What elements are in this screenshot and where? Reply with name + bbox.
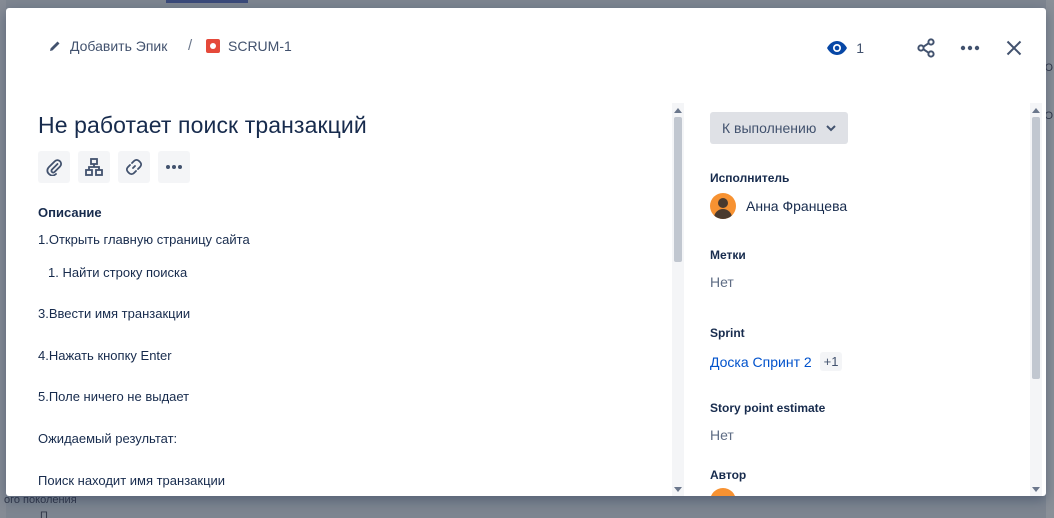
pencil-icon xyxy=(50,41,60,51)
labels-label: Метки xyxy=(710,248,746,262)
sprint-link[interactable]: Доска Спринт 2 xyxy=(710,354,812,370)
avatar xyxy=(710,488,736,496)
scrollbar-thumb[interactable] xyxy=(1032,117,1040,379)
triangle-up-icon xyxy=(674,107,682,113)
more-icon xyxy=(960,45,980,51)
share-button[interactable] xyxy=(914,36,938,60)
scrollbar-thumb[interactable] xyxy=(674,117,682,262)
description-label: Описание xyxy=(38,205,102,220)
sprint-field: Доска Спринт 2 +1 xyxy=(710,352,1026,371)
close-icon xyxy=(1006,40,1022,56)
link-issue-button[interactable] xyxy=(118,151,150,183)
triangle-up-icon xyxy=(1032,107,1040,113)
header-actions: 1 xyxy=(826,36,1026,60)
sidebar-scrollbar[interactable] xyxy=(1030,103,1042,496)
description-line: 3.Ввести имя транзакции xyxy=(38,306,191,321)
watch-count: 1 xyxy=(856,40,864,56)
description-line: 4.Нажать кнопку Enter xyxy=(38,348,172,363)
assignee-field[interactable]: Анна Францева xyxy=(710,193,1026,219)
attach-button[interactable] xyxy=(38,151,70,183)
more-icon xyxy=(166,165,182,169)
story-points-value[interactable]: Нет xyxy=(710,427,1026,443)
scroll-up-arrow[interactable] xyxy=(1030,105,1042,115)
issue-key-label: SCRUM-1 xyxy=(228,38,292,54)
more-actions-button[interactable] xyxy=(958,36,982,60)
assignee-name: Анна Францева xyxy=(746,198,848,214)
close-button[interactable] xyxy=(1002,36,1026,60)
description-line: 5.Поле ничего не выдает xyxy=(38,389,190,404)
issue-toolbar xyxy=(38,151,668,183)
background-text: П xyxy=(40,510,48,518)
assignee-label: Исполнитель xyxy=(710,171,790,185)
bug-icon xyxy=(206,39,220,53)
description-line: 1. Найти строку поиска xyxy=(48,265,188,280)
attachment-icon xyxy=(46,159,63,176)
labels-value[interactable]: Нет xyxy=(710,274,1026,290)
description-line: Поиск находит имя транзакции xyxy=(38,473,226,488)
link-icon xyxy=(125,158,143,176)
author-label: Автор xyxy=(710,468,747,482)
chevron-down-icon xyxy=(826,124,837,131)
status-label: К выполнению xyxy=(722,120,817,136)
create-child-issue-button[interactable] xyxy=(78,151,110,183)
breadcrumb-separator: / xyxy=(188,37,193,54)
triangle-down-icon xyxy=(1032,486,1040,492)
issue-title[interactable]: Не работает поиск транзакций xyxy=(38,112,668,139)
sprint-label: Sprint xyxy=(710,326,745,340)
modal-header: Добавить Эпик / SCRUM-1 1 xyxy=(6,8,1046,88)
eye-icon xyxy=(827,41,848,55)
scroll-down-arrow[interactable] xyxy=(672,484,684,494)
scroll-down-arrow[interactable] xyxy=(1030,484,1042,494)
child-issue-icon xyxy=(85,158,103,176)
description-line: Ожидаемый результат: xyxy=(38,431,178,446)
status-dropdown[interactable]: К выполнению xyxy=(710,112,849,144)
issue-key-link[interactable]: SCRUM-1 xyxy=(206,38,292,54)
more-tools-button[interactable] xyxy=(158,151,190,183)
avatar xyxy=(710,193,736,219)
main-scrollbar[interactable] xyxy=(672,103,684,496)
sprint-extra-badge[interactable]: +1 xyxy=(819,352,843,371)
issue-sidebar: К выполнению Исполнитель Анна Францева М… xyxy=(710,112,1026,496)
issue-modal: Добавить Эпик / SCRUM-1 1 Не работает по… xyxy=(6,8,1046,496)
add-epic-label: Добавить Эпик xyxy=(70,38,168,54)
description-line: 1.Открыть главную страницу сайта xyxy=(38,232,250,247)
issue-main-column: Не работает поиск транзакций Описание 1.… xyxy=(38,103,668,496)
background-nav-accent xyxy=(166,0,248,3)
watch-button[interactable]: 1 xyxy=(826,40,864,56)
story-points-label: Story point estimate xyxy=(710,401,826,415)
share-icon xyxy=(917,38,935,58)
background-right-column xyxy=(1046,0,1054,518)
scroll-up-arrow[interactable] xyxy=(672,105,684,115)
description-body[interactable]: 1.Открыть главную страницу сайта 1. Найт… xyxy=(38,232,668,489)
triangle-down-icon xyxy=(674,486,682,492)
add-epic-link[interactable]: Добавить Эпик xyxy=(48,38,167,54)
